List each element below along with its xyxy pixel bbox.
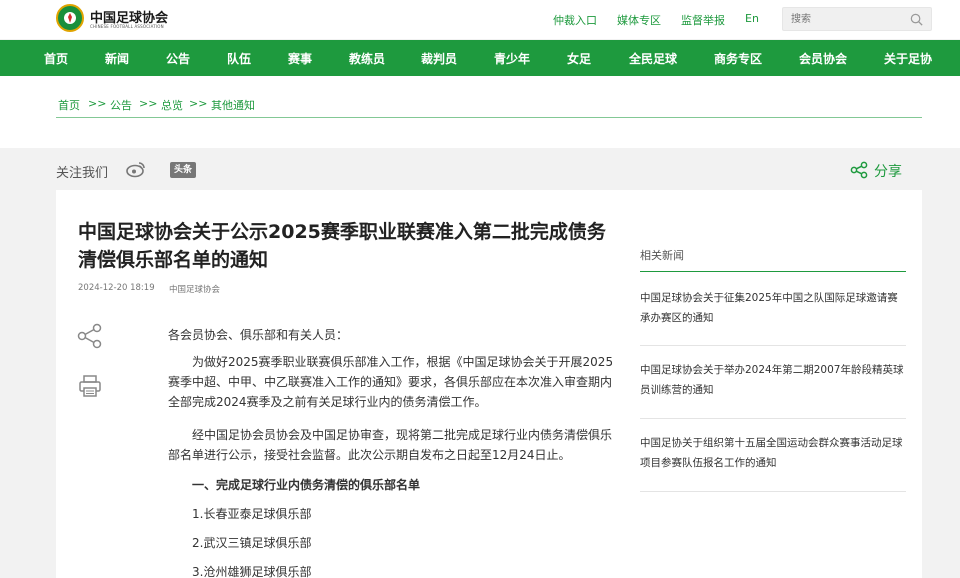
toutiao-icon[interactable]: 头条 xyxy=(170,162,196,178)
nav-members[interactable]: 会员协会 xyxy=(799,50,847,67)
nav-notices[interactable]: 公告 xyxy=(166,50,190,67)
breadcrumb-notices[interactable]: 公告 xyxy=(110,97,132,113)
logo-subtitle: CHINESE FOOTBALL ASSOCIATION xyxy=(90,24,164,29)
nav-grassroots[interactable]: 全民足球 xyxy=(629,50,677,67)
article-title: 中国足球协会关于公示2025赛季职业联赛准入第二批完成债务清偿俱乐部名单的通知 xyxy=(78,221,606,271)
nav-about[interactable]: 关于足协 xyxy=(884,50,932,67)
print-icon[interactable] xyxy=(78,374,102,398)
article-paragraph: 为做好2025赛季职业联赛俱乐部准入工作，根据《中国足球协会关于开展2025赛季… xyxy=(168,355,614,409)
related-news-item[interactable]: 中国足球协会关于征集2025年中国之队国际足球邀请赛承办赛区的通知 xyxy=(640,288,906,328)
breadcrumb-other-notices[interactable]: 其他通知 xyxy=(211,97,255,113)
search-icon[interactable] xyxy=(909,12,924,27)
share-label[interactable]: 分享 xyxy=(874,161,902,181)
breadcrumb-bar xyxy=(0,76,960,148)
report-link[interactable]: 监督举报 xyxy=(681,12,725,28)
breadcrumb-separator: >> xyxy=(88,97,107,110)
article-greeting: 各会员协会、俱乐部和有关人员： xyxy=(168,328,349,342)
nav-coaches[interactable]: 教练员 xyxy=(349,50,385,67)
related-news-separator xyxy=(640,491,906,492)
breadcrumb-separator: >> xyxy=(189,97,208,110)
arbitration-link[interactable]: 仲裁入口 xyxy=(553,12,597,28)
nav-youth[interactable]: 青少年 xyxy=(494,50,530,67)
nav-referees[interactable]: 裁判员 xyxy=(421,50,457,67)
media-link[interactable]: 媒体专区 xyxy=(617,12,661,28)
breadcrumb-separator: >> xyxy=(139,97,158,110)
related-news-item[interactable]: 中国足协关于组织第十五届全国运动会群众赛事活动足球项目参赛队伍报名工作的通知 xyxy=(640,433,906,473)
related-news-separator xyxy=(640,345,906,346)
breadcrumb-home[interactable]: 首页 xyxy=(58,97,80,113)
club-list-item: 2.武汉三镇足球俱乐部 xyxy=(192,536,312,550)
search-box xyxy=(782,7,932,31)
article-source: 中国足球协会 xyxy=(169,285,221,295)
article-paragraph: 经中国足协会员协会及中国足协审查，现将第二批完成足球行业内债务清偿俱乐部名单进行… xyxy=(168,428,613,462)
follow-label: 关注我们 xyxy=(56,166,109,181)
related-news-divider xyxy=(640,271,906,272)
nav-business[interactable]: 商务专区 xyxy=(714,50,762,67)
nav-events[interactable]: 赛事 xyxy=(288,50,312,67)
english-link[interactable]: En xyxy=(745,12,759,25)
share-icon[interactable] xyxy=(850,161,868,179)
club-list-item: 3.沧州雄狮足球俱乐部 xyxy=(192,565,312,578)
related-news-heading: 相关新闻 xyxy=(640,249,684,262)
search-input[interactable] xyxy=(791,12,901,27)
weibo-icon[interactable] xyxy=(126,160,146,178)
breadcrumb-overview[interactable]: 总览 xyxy=(161,97,183,113)
related-news-item[interactable]: 中国足球协会关于举办2024年第二期2007年龄段精英球员训练营的通知 xyxy=(640,360,906,400)
club-list-item: 1.长春亚泰足球俱乐部 xyxy=(192,507,312,521)
cfa-logo-icon[interactable] xyxy=(56,4,84,32)
share-icon[interactable] xyxy=(77,323,103,349)
main-nav: 首页 新闻 公告 队伍 赛事 教练员 裁判员 青少年 女足 全民足球 商务专区 … xyxy=(0,40,960,76)
nav-news[interactable]: 新闻 xyxy=(105,50,129,67)
related-news-separator xyxy=(640,418,906,419)
nav-teams[interactable]: 队伍 xyxy=(227,50,251,67)
article-date: 2024-12-20 18:19 xyxy=(78,283,155,293)
section-heading: 一、完成足球行业内债务清偿的俱乐部名单 xyxy=(192,478,421,492)
breadcrumb-divider xyxy=(56,117,922,118)
nav-home[interactable]: 首页 xyxy=(44,50,68,67)
nav-women[interactable]: 女足 xyxy=(567,50,591,67)
